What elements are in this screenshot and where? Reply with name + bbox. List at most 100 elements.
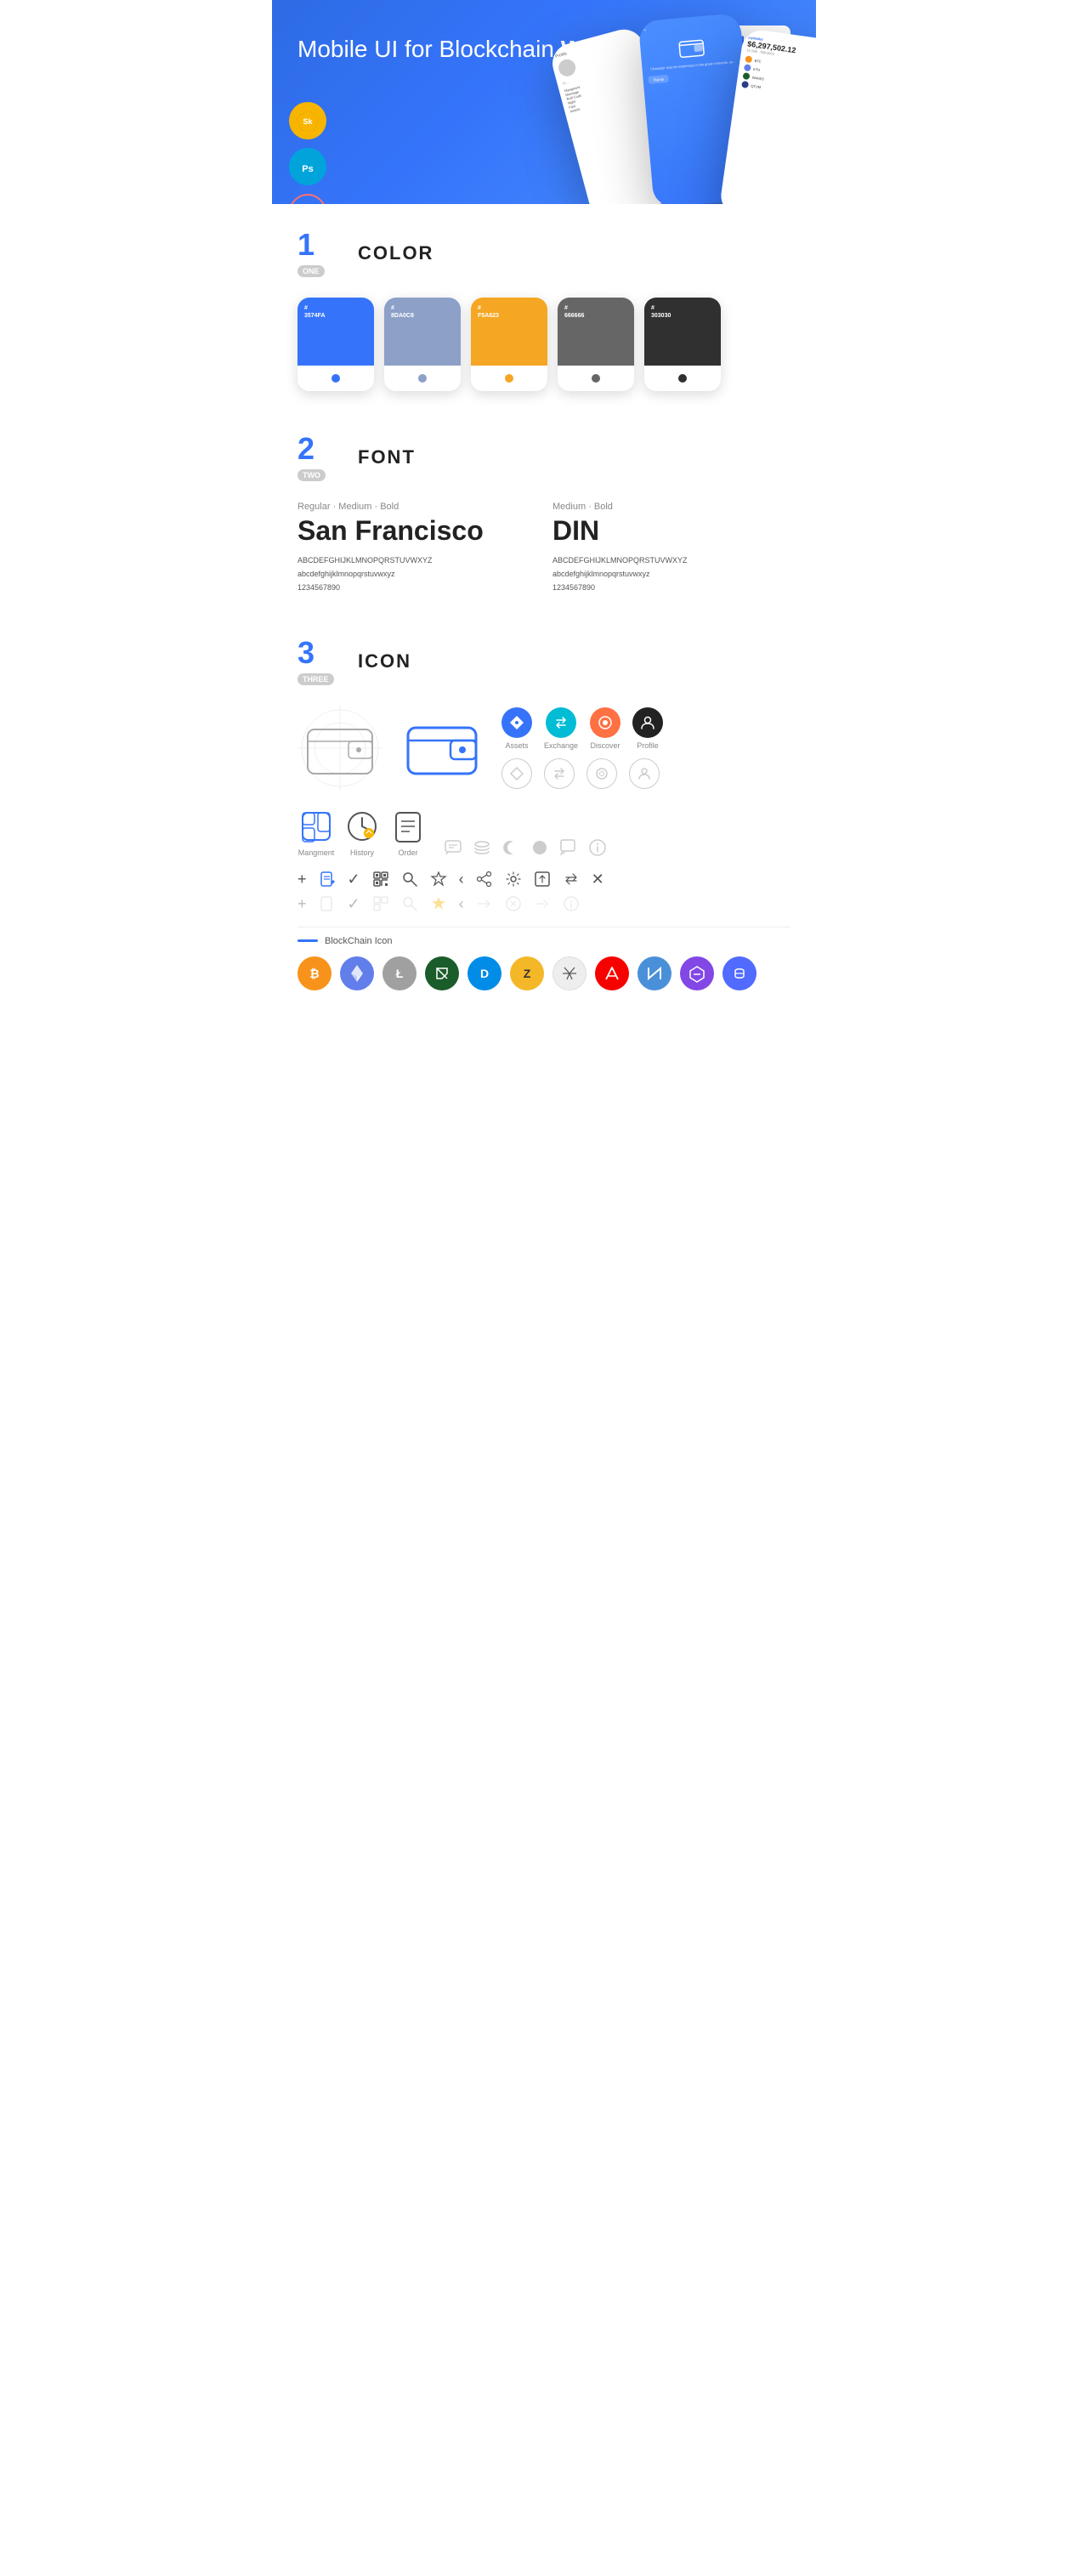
check-ghost-icon: ✓ [348, 895, 360, 913]
hero-section: Mobile UI for Blockchain Wallet UI Kit S… [272, 0, 816, 204]
sketch-icon: Sk [297, 111, 319, 131]
misc-icons-right [444, 838, 607, 857]
exchange-icon-circle [546, 707, 576, 738]
icon-divider [298, 927, 790, 928]
check-icon: ✓ [348, 871, 360, 888]
din-lowercase: abcdefghijklmnopqrstuvwxyz [552, 567, 790, 581]
font-din: Medium · Bold DIN ABCDEFGHIJKLMNOPQRSTUV… [552, 502, 790, 595]
icon-order: Order [389, 808, 427, 857]
sketch-badge: Sk [289, 102, 326, 139]
swatch-gray: #666666 [558, 298, 634, 391]
blockchain-label-row: BlockChain Icon [298, 936, 790, 946]
matic-symbol [688, 964, 706, 983]
nano-symbol [645, 964, 664, 983]
info-icon [588, 838, 607, 857]
ps-icon: Ps [296, 155, 320, 179]
swatch-orange-dot [505, 374, 513, 383]
font-sf: Regular · Medium · Bold San Francisco AB… [298, 502, 536, 595]
moon-icon [502, 838, 520, 857]
swatch-dark-code: #303030 [651, 304, 671, 320]
nav-icon-profile: Profile [632, 707, 663, 750]
bitcoin-icon: ₿ [298, 956, 332, 990]
neo-symbol [433, 964, 451, 983]
phone-mockups-area: Profile AI... Mangment Message Reff Code… [518, 17, 816, 204]
swatch-gray-blue-code: #8DA0C8 [391, 304, 414, 320]
wire-wallet-container [298, 706, 382, 791]
swatch-gray-code: #666666 [564, 304, 584, 320]
swatch-gray-bottom [558, 366, 634, 391]
font-section-header: 2 TWO FONT [298, 434, 790, 481]
qr-ghost-icon [372, 895, 389, 912]
swatch-dark: #303030 [644, 298, 721, 391]
layers-icon [473, 838, 491, 857]
management-label: Mangment [298, 848, 335, 857]
document-edit-icon [319, 871, 336, 888]
order-label: Order [398, 848, 417, 857]
nav-icon-assets: Assets [502, 707, 532, 750]
exchange-icon [553, 715, 569, 730]
nav-icons-row2-ghost [502, 758, 663, 789]
color-section: 1 ONE COLOR #3574FA #8DA0C8 #F5A623 [272, 204, 816, 408]
phone-screen-2: + Character may be mysterious in the gre… [638, 13, 746, 91]
crypto-icons-row: ₿ Ł D Z [298, 956, 790, 990]
icon-section: 3 THREE ICON [272, 612, 816, 1007]
profile-label: Profile [637, 741, 659, 750]
sf-chars: ABCDEFGHIJKLMNOPQRSTUVWXYZ abcdefghijklm… [298, 553, 536, 595]
swatch-blue-bottom [298, 366, 374, 391]
close-icon: ✕ [592, 871, 604, 888]
discover-ghost-icon [586, 758, 617, 789]
swatch-blue: #3574FA [298, 298, 374, 391]
plus-icon: + [298, 871, 307, 888]
din-uppercase: ABCDEFGHIJKLMNOPQRSTUVWXYZ [552, 553, 790, 567]
plus-ghost-icon: + [298, 895, 307, 913]
circle-icon [530, 838, 549, 857]
filled-wallet-icon [400, 706, 484, 791]
sf-nums: 1234567890 [298, 581, 536, 594]
profile-ghost-icon [629, 758, 660, 789]
matic-icon [680, 956, 714, 990]
assets-ghost [510, 767, 524, 780]
search-icon [401, 871, 418, 888]
din-nums: 1234567890 [552, 581, 790, 594]
profile-ghost [638, 767, 651, 780]
svg-text:Ps: Ps [302, 164, 313, 174]
color-section-title: COLOR [358, 242, 434, 264]
ark-icon [595, 956, 629, 990]
iota-symbol [560, 964, 579, 983]
order-icon [389, 808, 427, 845]
hero-badges: Sk Ps 60+Screens [289, 102, 326, 204]
history-label: History [350, 848, 374, 857]
discover-label: Discover [591, 741, 620, 750]
sf-name: San Francisco [298, 515, 536, 547]
exchange-ghost-icon [544, 758, 575, 789]
exchange-ghost [552, 767, 566, 780]
swap-icon [563, 871, 580, 888]
arrow-ghost-icon [476, 895, 493, 912]
blockchain-label: BlockChain Icon [325, 936, 393, 946]
misc-symbols-row2-ghost: + ✓ ‹ [298, 895, 790, 913]
dash-icon: D [468, 956, 502, 990]
icon-grid-main: Assets Exchange [298, 706, 790, 791]
assets-icon-circle [502, 707, 532, 738]
litecoin-icon: Ł [382, 956, 416, 990]
icon-section-title: ICON [358, 650, 411, 672]
ark-symbol [603, 964, 621, 983]
iota-icon [552, 956, 586, 990]
wire-wallet-guide [298, 706, 382, 791]
section-3-digit: 3 [298, 638, 345, 668]
section-2-word: TWO [298, 469, 326, 481]
section-3-word: THREE [298, 673, 334, 685]
chat-icon [444, 838, 462, 857]
nav-icon-exchange: Exchange [544, 707, 578, 750]
nav-icons-row1: Assets Exchange [502, 707, 663, 750]
din-chars: ABCDEFGHIJKLMNOPQRSTUVWXYZ abcdefghijklm… [552, 553, 790, 595]
swatch-gray-blue-bottom [384, 366, 461, 391]
search-ghost-icon [401, 895, 418, 912]
section-1-digit: 1 [298, 230, 345, 260]
swatch-dark-dot [678, 374, 687, 383]
assets-icon [509, 715, 524, 730]
wire-wallet-icon [298, 706, 382, 791]
phone-screen-3: myWallet $6,297,502.12 12-298 · 788-2003… [735, 28, 816, 108]
screens-badge: 60+Screens [289, 194, 326, 204]
font-section-title: FONT [358, 446, 416, 468]
